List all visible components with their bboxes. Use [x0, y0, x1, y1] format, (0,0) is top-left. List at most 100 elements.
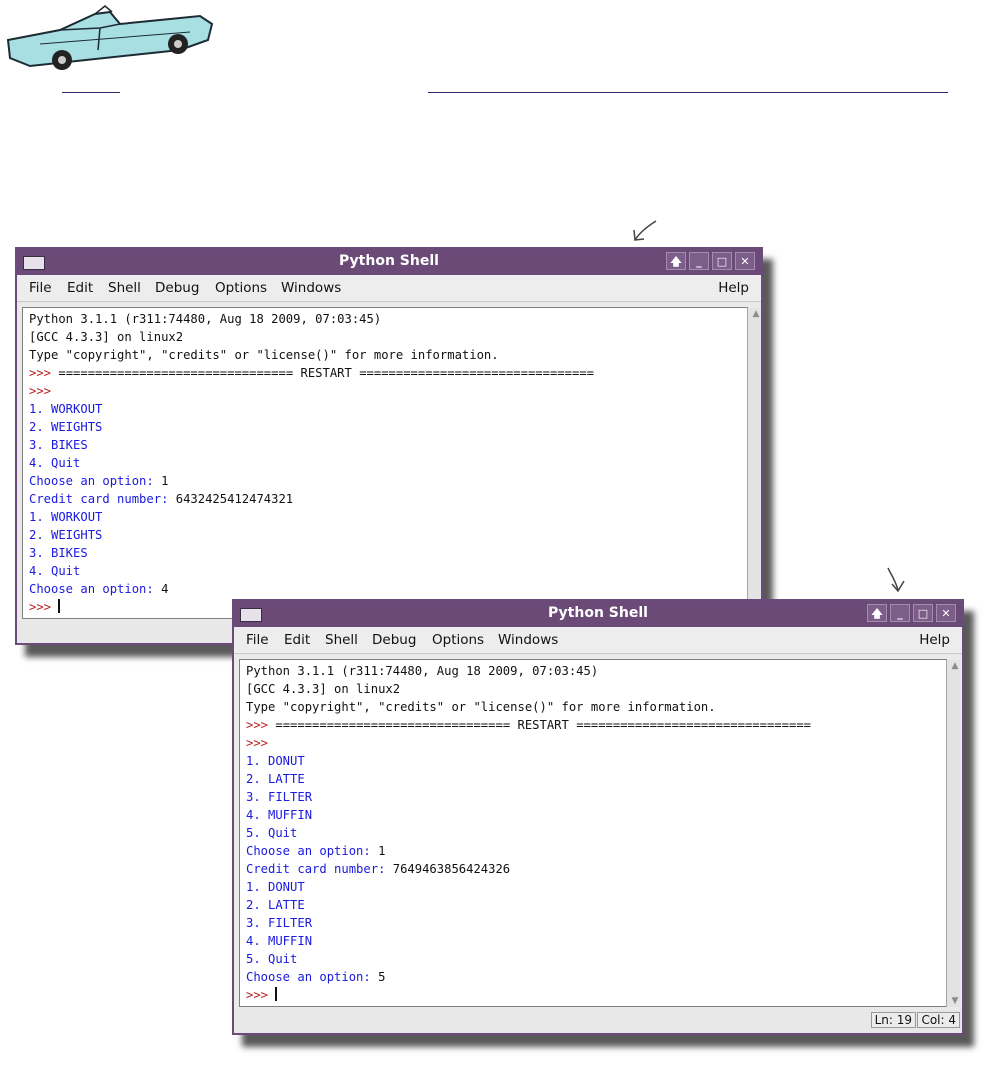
- line-text: [GCC 4.3.3] on linux2: [29, 330, 184, 344]
- shell-line: >>>: [246, 734, 946, 752]
- menu-shell[interactable]: Shell: [325, 632, 358, 648]
- shell-line: >>>: [29, 382, 747, 400]
- prompt-marker: >>>: [29, 366, 59, 380]
- window-title: Python Shell: [548, 605, 648, 621]
- maximize-icon[interactable]: □: [913, 604, 933, 622]
- shell-line: [GCC 4.3.3] on linux2: [246, 680, 946, 698]
- window-title: Python Shell: [339, 253, 439, 269]
- menu-bar: File Edit Shell Debug Options Windows He…: [234, 627, 962, 654]
- menu-bar: File Edit Shell Debug Options Windows He…: [17, 275, 761, 302]
- line-text: 1. DONUT: [246, 754, 305, 768]
- title-bar[interactable]: Python Shell 🡅 _ □ ✕: [234, 601, 962, 627]
- close-icon[interactable]: ✕: [735, 252, 755, 270]
- vertical-scrollbar[interactable]: ▲ ▼: [946, 660, 960, 1007]
- shell-line: 3. FILTER: [246, 788, 946, 806]
- status-line-number: Ln: 19: [870, 1012, 916, 1028]
- shell-line: 1. WORKOUT: [29, 400, 747, 418]
- line-text: 3. BIKES: [29, 438, 88, 452]
- shell-line: Choose an option: 1: [246, 842, 946, 860]
- menu-shell[interactable]: Shell: [108, 280, 141, 296]
- shade-up-icon[interactable]: 🡅: [666, 252, 686, 270]
- shell-line: Type "copyright", "credits" or "license(…: [29, 346, 747, 364]
- car-illustration: [6, 5, 214, 70]
- python-shell-window-front[interactable]: Python Shell 🡅 _ □ ✕ File Edit Shell Deb…: [232, 599, 964, 1035]
- prompt-marker: >>>: [246, 718, 276, 732]
- line-text: 2. LATTE: [246, 898, 305, 912]
- menu-options[interactable]: Options: [432, 632, 484, 648]
- line-text: ================================ RESTART…: [58, 366, 594, 380]
- menu-debug[interactable]: Debug: [155, 280, 199, 296]
- shell-line: 4. Quit: [29, 562, 747, 580]
- prompt-marker: >>>: [29, 600, 59, 614]
- menu-debug[interactable]: Debug: [372, 632, 416, 648]
- prompt-marker: >>>: [246, 988, 276, 1002]
- shell-line: Python 3.1.1 (r311:74480, Aug 18 2009, 0…: [29, 310, 747, 328]
- line-text: Credit card number:: [29, 492, 176, 506]
- shell-line: Python 3.1.1 (r311:74480, Aug 18 2009, 0…: [246, 662, 946, 680]
- menu-windows[interactable]: Windows: [281, 280, 341, 296]
- annotation-arrow-2: [887, 567, 905, 593]
- maximize-icon[interactable]: □: [712, 252, 732, 270]
- minimize-icon[interactable]: _: [689, 252, 709, 270]
- annotation-arrow-1: [633, 220, 657, 241]
- menu-edit[interactable]: Edit: [67, 280, 93, 296]
- shell-line: 2. LATTE: [246, 896, 946, 914]
- prompt-marker: >>>: [29, 384, 52, 398]
- menu-file[interactable]: File: [246, 632, 269, 648]
- title-bar[interactable]: Python Shell 🡅 _ □ ✕: [17, 249, 761, 275]
- line-text: 2. WEIGHTS: [29, 420, 103, 434]
- line-text: Choose an option:: [246, 970, 379, 984]
- user-input-value: 1: [161, 474, 169, 488]
- shell-line: [GCC 4.3.3] on linux2: [29, 328, 747, 346]
- status-column-number: Col: 4: [917, 1012, 960, 1028]
- user-input-value: 1: [378, 844, 386, 858]
- shell-line: 2. WEIGHTS: [29, 418, 747, 436]
- text-cursor: [58, 599, 61, 613]
- line-text: Choose an option:: [246, 844, 379, 858]
- prompt-marker: >>>: [246, 736, 269, 750]
- shell-line: 3. FILTER: [246, 914, 946, 932]
- shell-line: Choose an option: 1: [29, 472, 747, 490]
- shell-line: Choose an option: 4: [29, 580, 747, 598]
- menu-help[interactable]: Help: [919, 632, 950, 648]
- menu-options[interactable]: Options: [215, 280, 267, 296]
- close-icon[interactable]: ✕: [936, 604, 956, 622]
- shell-line: 4. MUFFIN: [246, 932, 946, 950]
- shell-line: >>> ================================ RES…: [29, 364, 747, 382]
- menu-help[interactable]: Help: [718, 280, 749, 296]
- text-cursor: [275, 987, 278, 1001]
- line-text: 5. Quit: [246, 952, 298, 966]
- line-text: 1. WORKOUT: [29, 402, 103, 416]
- shell-line: >>> ================================ RES…: [246, 716, 946, 734]
- line-text: 5. Quit: [246, 826, 298, 840]
- shade-up-icon[interactable]: 🡅: [867, 604, 887, 622]
- shell-text-area[interactable]: Python 3.1.1 (r311:74480, Aug 18 2009, 0…: [22, 307, 748, 619]
- line-text: Python 3.1.1 (r311:74480, Aug 18 2009, 0…: [246, 664, 599, 678]
- menu-windows[interactable]: Windows: [498, 632, 558, 648]
- line-text: 3. FILTER: [246, 790, 313, 804]
- shell-line: 5. Quit: [246, 824, 946, 842]
- line-text: Type "copyright", "credits" or "license(…: [29, 348, 499, 362]
- menu-edit[interactable]: Edit: [284, 632, 310, 648]
- line-text: 1. WORKOUT: [29, 510, 103, 524]
- line-text: 1. DONUT: [246, 880, 305, 894]
- shell-line: >>>: [246, 986, 946, 1004]
- shell-line: 4. Quit: [29, 454, 747, 472]
- shell-line: Credit card number: 7649463856424326: [246, 860, 946, 878]
- vertical-scrollbar[interactable]: ▲: [747, 308, 761, 619]
- line-text: 4. Quit: [29, 564, 81, 578]
- minimize-icon[interactable]: _: [890, 604, 910, 622]
- shell-text-area[interactable]: Python 3.1.1 (r311:74480, Aug 18 2009, 0…: [239, 659, 947, 1007]
- line-text: 3. FILTER: [246, 916, 313, 930]
- python-shell-window-back[interactable]: Python Shell 🡅 _ □ ✕ File Edit Shell Deb…: [15, 247, 763, 645]
- line-text: Choose an option:: [29, 582, 162, 596]
- line-text: Choose an option:: [29, 474, 162, 488]
- scroll-up-icon[interactable]: ▲: [949, 661, 961, 671]
- user-input-value: 5: [378, 970, 386, 984]
- scroll-down-icon[interactable]: ▼: [949, 996, 961, 1006]
- line-text: 4. MUFFIN: [246, 934, 313, 948]
- scroll-up-icon[interactable]: ▲: [750, 309, 762, 319]
- header-rule-right: [428, 92, 948, 93]
- menu-file[interactable]: File: [29, 280, 52, 296]
- status-bar: Ln: 19 Col: 4: [234, 1009, 962, 1033]
